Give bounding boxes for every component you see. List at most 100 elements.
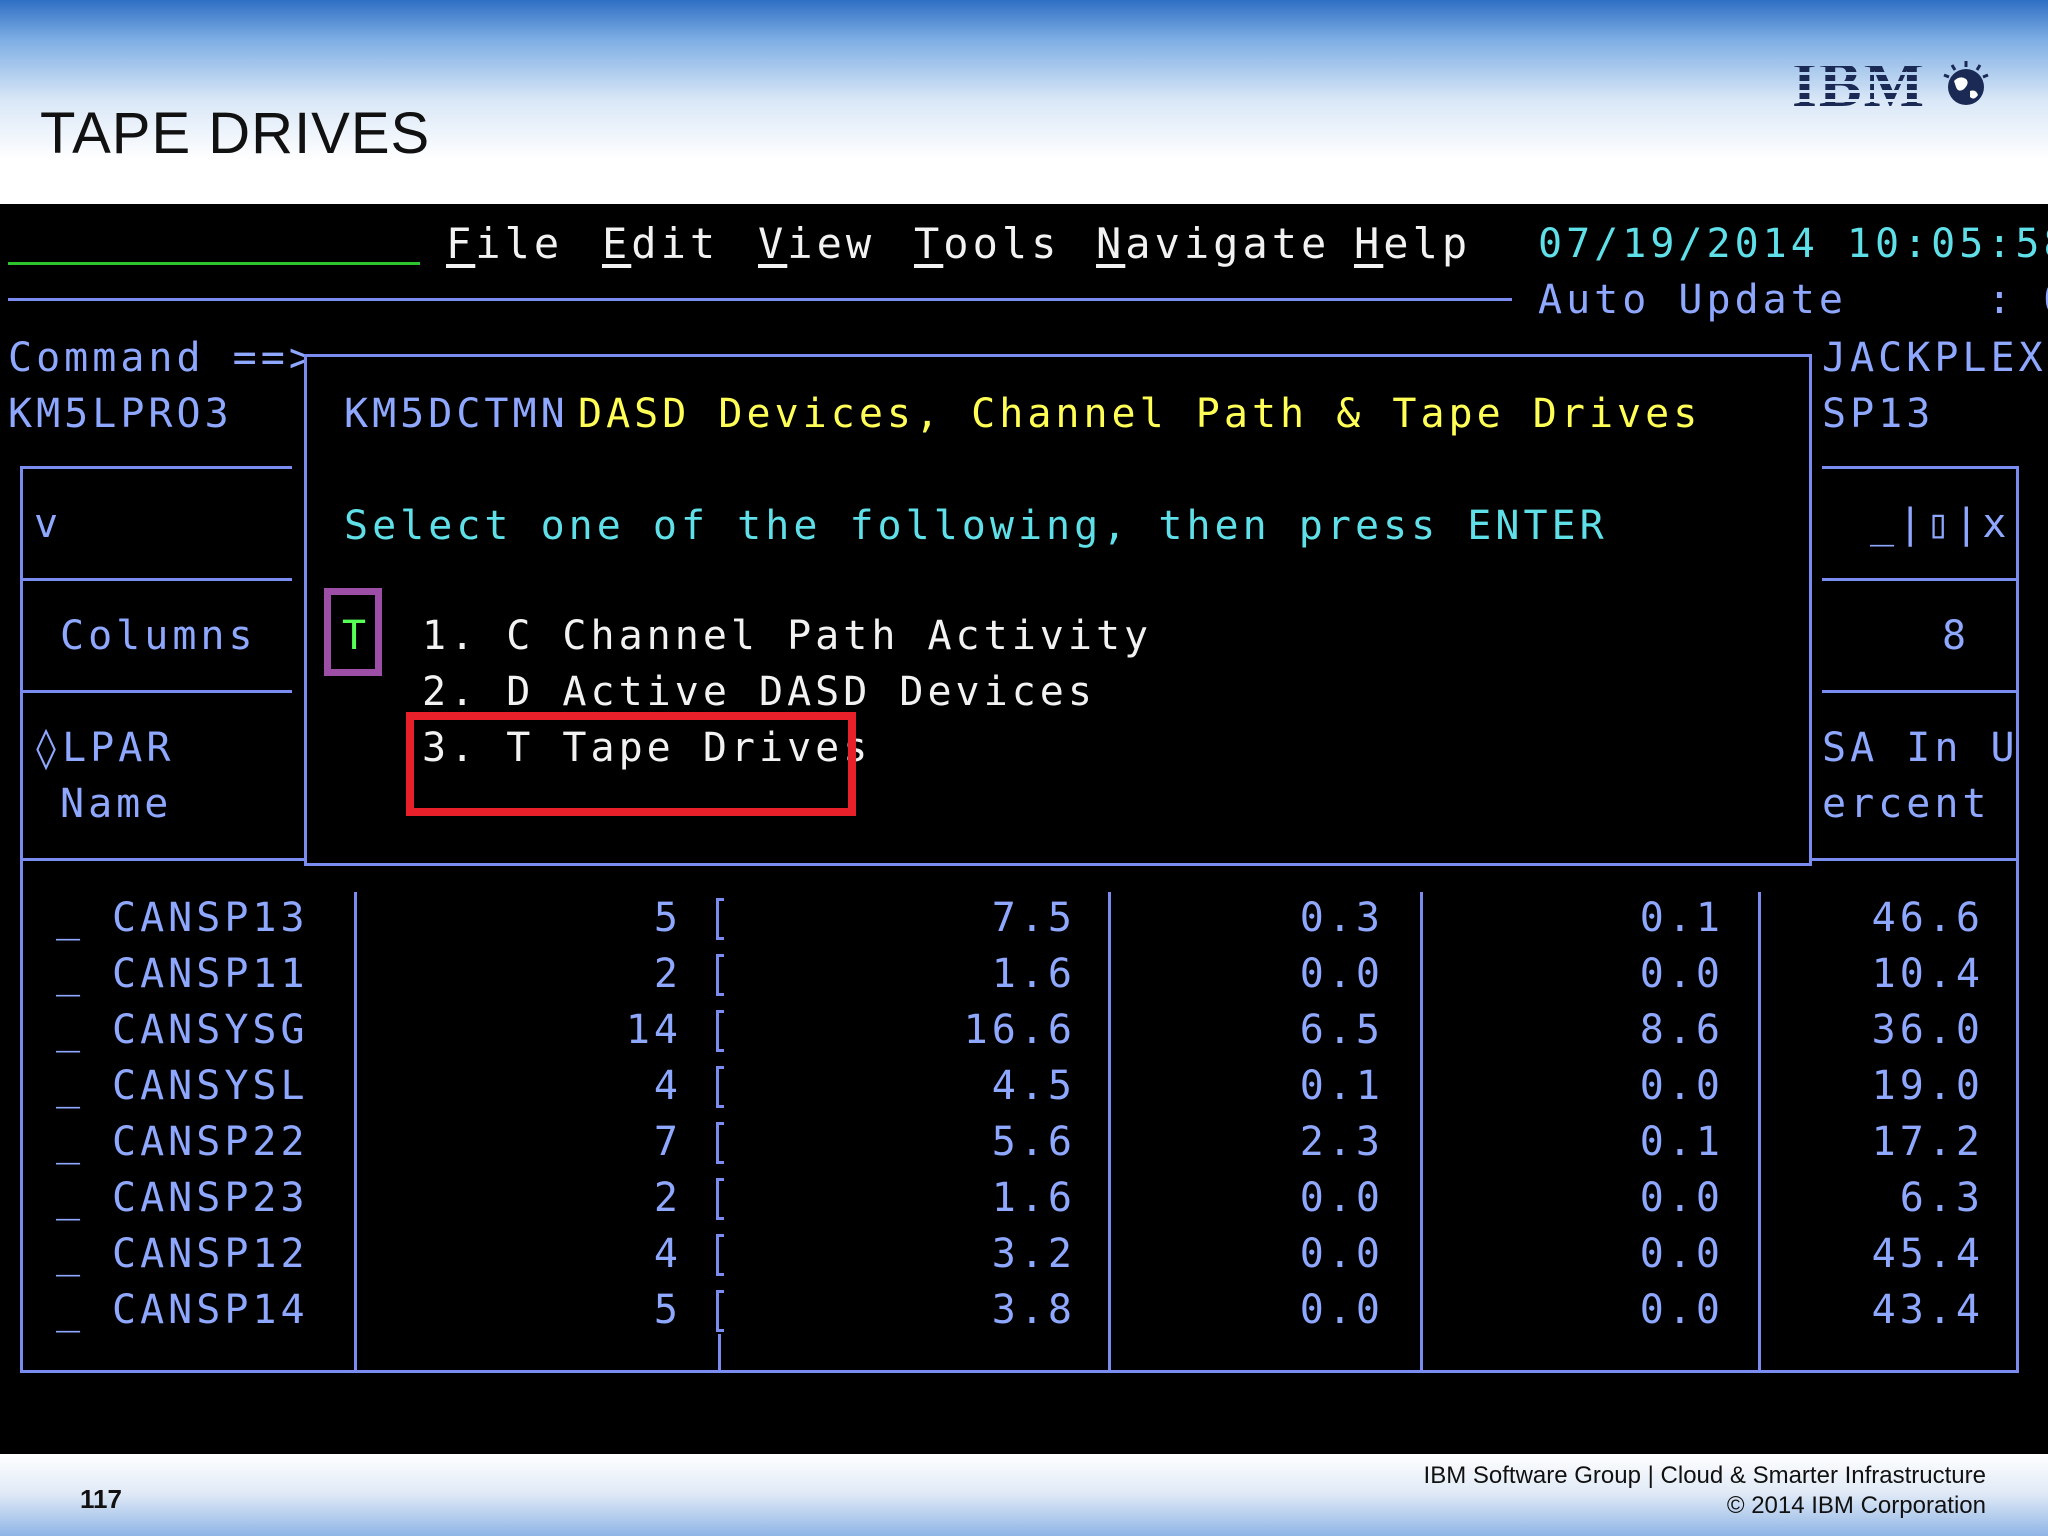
- row-select[interactable]: _: [56, 894, 84, 942]
- column-header-name: Name: [60, 781, 173, 827]
- row-c5: 19.0: [1871, 1063, 1984, 1109]
- slide-title: TAPE DRIVES: [40, 101, 431, 166]
- row-c4: 0.0: [1639, 1175, 1724, 1221]
- row-name[interactable]: CANSYSL: [112, 1062, 309, 1110]
- row-select[interactable]: _: [56, 1286, 84, 1334]
- row-c3: 2.3: [1299, 1119, 1384, 1165]
- row-c4: 0.1: [1639, 1119, 1724, 1165]
- globe-icon: [1943, 61, 1989, 105]
- row-c2: 1.6: [991, 1175, 1076, 1221]
- table-left-border: [20, 858, 23, 1372]
- auto-update-status: Auto Update : Off: [1538, 277, 2048, 323]
- row-c2: 3.8: [991, 1287, 1076, 1333]
- system-id: KM5LPRO3: [8, 391, 233, 437]
- columns-value: 8: [1942, 613, 1971, 659]
- row-c3: 0.0: [1299, 951, 1384, 997]
- slide-footer: 117 IBM Software Group | Cloud & Smarter…: [0, 1454, 2048, 1536]
- option-highlight-box: [406, 712, 856, 816]
- page-number: 117: [80, 1484, 122, 1514]
- slide-header: TAPE DRIVES IBM: [0, 0, 2048, 204]
- option-channel-path[interactable]: 1. C Channel Path Activity: [422, 612, 1152, 660]
- row-select[interactable]: _: [56, 1006, 84, 1054]
- menu-view[interactable]: View: [758, 220, 875, 268]
- row-name[interactable]: CANSP22: [112, 1118, 309, 1166]
- table-right-border: [2016, 858, 2019, 1372]
- panel-divider: [1822, 578, 2018, 581]
- col-divider: [718, 1334, 721, 1370]
- row-c3: 6.5: [1299, 1007, 1384, 1053]
- bar-marker: [716, 1010, 724, 1052]
- row-c4: 0.1: [1639, 895, 1724, 941]
- collapse-icon[interactable]: v: [34, 500, 62, 548]
- menu-help[interactable]: Help: [1354, 220, 1471, 268]
- row-c1: 14: [625, 1007, 682, 1053]
- row-c4: 8.6: [1639, 1007, 1724, 1053]
- row-name[interactable]: CANSP11: [112, 950, 309, 998]
- col-divider: [1758, 892, 1761, 1370]
- command-input-underline[interactable]: [8, 262, 420, 265]
- row-c5: 46.6: [1871, 895, 1984, 941]
- row-name[interactable]: CANSP12: [112, 1230, 309, 1278]
- row-c3: 0.0: [1299, 1287, 1384, 1333]
- row-c1: 4: [653, 1231, 682, 1277]
- row-c3: 0.3: [1299, 895, 1384, 941]
- row-select[interactable]: _: [56, 1118, 84, 1166]
- panel-divider: [20, 466, 292, 469]
- option-dasd-devices[interactable]: 2. D Active DASD Devices: [422, 668, 1096, 716]
- row-name[interactable]: CANSP23: [112, 1174, 309, 1222]
- datetime: 07/19/2014 10:05:58: [1538, 221, 2048, 267]
- row-c2: 16.6: [963, 1007, 1076, 1053]
- row-select[interactable]: _: [56, 1062, 84, 1110]
- bar-marker: [716, 1122, 724, 1164]
- row-c4: 0.0: [1639, 951, 1724, 997]
- bar-marker: [716, 954, 724, 996]
- row-c1: 4: [653, 1063, 682, 1109]
- col-divider: [1420, 892, 1423, 1370]
- bar-marker: [716, 1178, 724, 1220]
- command-label: Command ==>: [8, 335, 317, 381]
- column-header-lpar[interactable]: ◊LPAR: [34, 724, 174, 772]
- row-c2: 4.5: [991, 1063, 1076, 1109]
- row-select[interactable]: _: [56, 1174, 84, 1222]
- column-header-right-1: SA In U: [1822, 725, 2019, 771]
- column-header-right-2: ercent: [1822, 781, 1991, 827]
- row-c1: 2: [653, 1175, 682, 1221]
- popup-title: DASD Devices, Channel Path & Tape Drives: [578, 391, 1702, 437]
- menu-tools[interactable]: Tools: [914, 220, 1060, 268]
- row-select[interactable]: _: [56, 950, 84, 998]
- menu-navigate[interactable]: Navigate: [1096, 220, 1330, 268]
- row-c5: 43.4: [1871, 1287, 1984, 1333]
- ibm-logo-text: IBM: [1792, 49, 1926, 120]
- terminal-screen[interactable]: File Edit View Tools Navigate Help 07/19…: [0, 204, 2048, 1454]
- ibm-logo: IBM: [1792, 48, 1992, 122]
- row-name[interactable]: CANSYSG: [112, 1006, 309, 1054]
- plex-name: JACKPLEX: [1822, 335, 2047, 381]
- panel-divider: [20, 578, 292, 581]
- row-select[interactable]: _: [56, 1230, 84, 1278]
- row-c4: 0.0: [1639, 1063, 1724, 1109]
- row-c5: 36.0: [1871, 1007, 1984, 1053]
- columns-label: Columns: [60, 613, 257, 659]
- menu-file[interactable]: File: [446, 220, 563, 268]
- row-name[interactable]: CANSP13: [112, 894, 309, 942]
- popup-id: KM5DCTMN: [344, 391, 569, 437]
- row-c2: 7.5: [991, 895, 1076, 941]
- panel-divider: [1822, 466, 2018, 469]
- menu-divider: [8, 298, 1512, 301]
- input-highlight-box: [324, 588, 382, 676]
- row-c2: 3.2: [991, 1231, 1076, 1277]
- row-c1: 5: [653, 895, 682, 941]
- menu-edit[interactable]: Edit: [602, 220, 719, 268]
- col-divider: [354, 892, 357, 1370]
- row-c3: 0.0: [1299, 1175, 1384, 1221]
- row-c1: 5: [653, 1287, 682, 1333]
- row-c1: 7: [653, 1119, 682, 1165]
- col-divider: [1108, 892, 1111, 1370]
- bar-marker: [716, 1066, 724, 1108]
- row-c1: 2: [653, 951, 682, 997]
- row-name[interactable]: CANSP14: [112, 1286, 309, 1334]
- row-c3: 0.0: [1299, 1231, 1384, 1277]
- window-controls-icon[interactable]: _|▯|x: [1870, 500, 2010, 548]
- bar-marker: [716, 1234, 724, 1276]
- bar-marker: [716, 1290, 724, 1332]
